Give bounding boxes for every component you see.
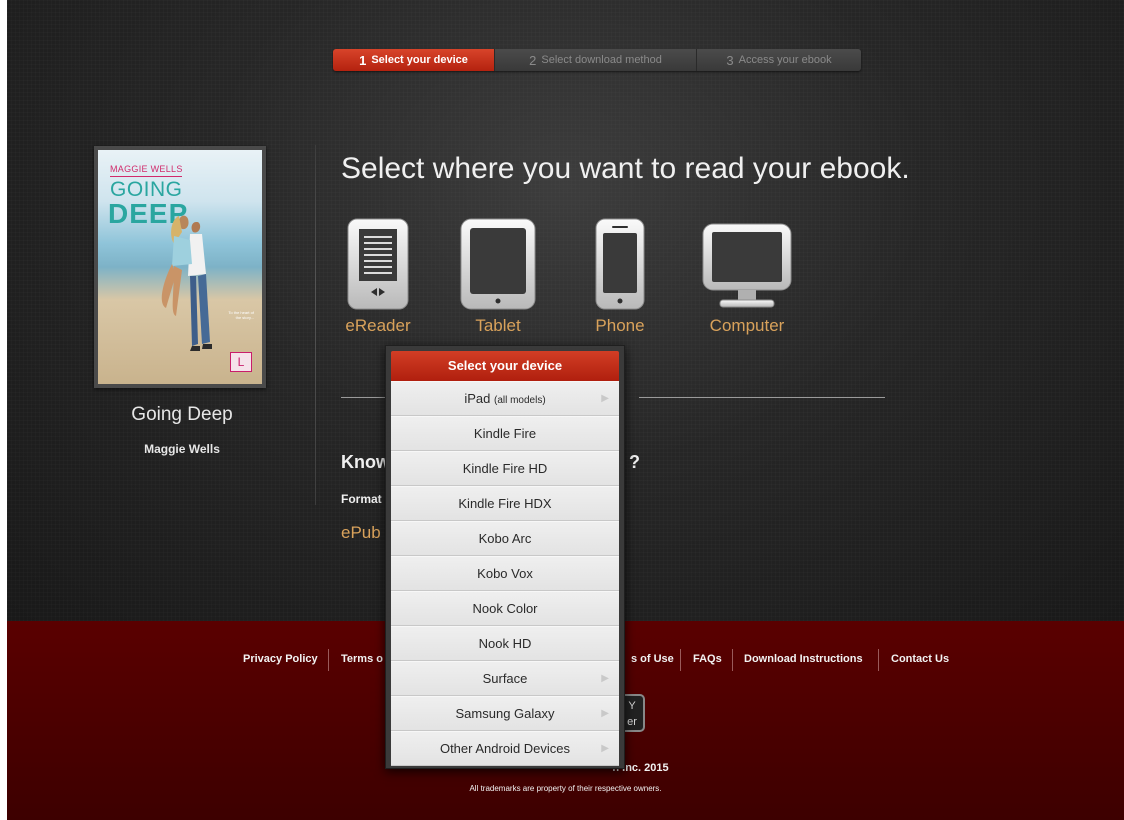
device-item-kindle-fire[interactable]: Kindle Fire (391, 416, 619, 451)
item-label: iPad (464, 391, 491, 406)
dropdown-header: Select your device (391, 351, 619, 381)
item-label: Surface (482, 671, 528, 686)
format-label: Format (341, 492, 382, 506)
device-item-samsung-galaxy[interactable]: Samsung Galaxy ▶ (391, 696, 619, 731)
footer-separator (878, 649, 879, 671)
device-label: Computer (709, 316, 785, 335)
step-number: 3 (726, 52, 734, 68)
item-label: Kindle Fire HDX (458, 496, 552, 511)
page: 1 Select your device 2 Select download m… (7, 0, 1124, 820)
item-label: Kobo Arc (478, 531, 532, 546)
item-suffix: (all models) (493, 395, 546, 406)
chevron-right-icon: ▶ (601, 708, 609, 719)
terms-of-use-link[interactable]: s of Use (631, 653, 674, 665)
item-label: Nook Color (472, 601, 538, 616)
chevron-right-icon: ▶ (601, 393, 609, 404)
dropdown-list: iPad (all models) ▶ Kindle Fire Kindle F… (391, 381, 619, 766)
device-item-kindle-fire-hdx[interactable]: Kindle Fire HDX (391, 486, 619, 521)
faqs-link[interactable]: FAQs (693, 653, 722, 665)
cover-couple-illustration (161, 215, 212, 351)
computer-icon (702, 223, 792, 308)
step-number: 1 (359, 52, 367, 68)
device-item-nook-hd[interactable]: Nook HD (391, 626, 619, 661)
chevron-right-icon: ▶ (601, 743, 609, 754)
step-number: 2 (529, 52, 537, 68)
device-dropdown-menu: Select your device iPad (all models) ▶ K… (385, 345, 625, 769)
book-author: Maggie Wells (144, 442, 220, 456)
device-item-ipad[interactable]: iPad (all models) ▶ (391, 381, 619, 416)
chevron-right-icon: ▶ (601, 673, 609, 684)
step-select-download-method[interactable]: 2 Select download method (495, 49, 697, 71)
cover-tagline: To the heart of the story... (228, 310, 254, 320)
progress-steps: 1 Select your device 2 Select download m… (333, 49, 861, 71)
footer-separator (732, 649, 733, 671)
item-label: Kindle Fire HD (462, 461, 548, 476)
vertical-divider (315, 145, 316, 505)
step-label: Select download method (541, 54, 662, 66)
footer-separator (328, 649, 329, 671)
device-phone-option[interactable]: Phone (575, 218, 665, 336)
ereader-icon (347, 218, 409, 310)
device-label: eReader (345, 316, 411, 335)
phone-icon (595, 218, 645, 310)
item-label: Samsung Galaxy (455, 706, 555, 721)
trademarks-notice: All trademarks are property of their res… (469, 784, 662, 793)
device-item-kobo-arc[interactable]: Kobo Arc (391, 521, 619, 556)
page-headline: Select where you want to read your ebook… (341, 152, 910, 185)
book-title: Going Deep (131, 404, 233, 425)
step-access-ebook[interactable]: 3 Access your ebook (697, 49, 861, 71)
terms-link[interactable]: Terms o (341, 653, 383, 665)
footer-separator (680, 649, 681, 671)
device-computer-option[interactable]: Computer (697, 218, 797, 336)
item-label: Nook HD (478, 636, 532, 651)
device-item-kobo-vox[interactable]: Kobo Vox (391, 556, 619, 591)
item-label: Kindle Fire (473, 426, 537, 441)
download-instructions-link[interactable]: Download Instructions (744, 653, 863, 665)
device-tablet-option[interactable]: Tablet (453, 218, 543, 336)
book-cover-frame: MAGGIE WELLS GOING DEEP To the heart of … (94, 146, 266, 388)
cover-author: MAGGIE WELLS (110, 164, 183, 174)
cover-divider (110, 176, 182, 177)
device-item-surface[interactable]: Surface ▶ (391, 661, 619, 696)
know-heading-end: ? (629, 452, 640, 472)
device-item-kindle-fire-hd[interactable]: Kindle Fire HD (391, 451, 619, 486)
step-select-device[interactable]: 1 Select your device (333, 49, 495, 71)
device-item-other-android[interactable]: Other Android Devices ▶ (391, 731, 619, 766)
section-divider (639, 397, 885, 398)
tablet-icon (460, 218, 536, 310)
device-label: Phone (595, 316, 645, 335)
step-label: Access your ebook (738, 54, 832, 66)
format-value: ePub (341, 523, 381, 542)
step-label: Select your device (371, 54, 468, 66)
device-item-nook-color[interactable]: Nook Color (391, 591, 619, 626)
device-ereader-option[interactable]: eReader (333, 218, 423, 336)
book-cover: MAGGIE WELLS GOING DEEP To the heart of … (98, 150, 262, 384)
item-label: Kobo Vox (477, 566, 533, 581)
device-label: Tablet (475, 316, 521, 335)
contact-us-link[interactable]: Contact Us (891, 653, 949, 665)
know-heading: Know (341, 452, 390, 472)
publisher-logo-icon: L (230, 352, 252, 372)
item-label: Other Android Devices (439, 741, 571, 756)
privacy-policy-link[interactable]: Privacy Policy (243, 653, 318, 665)
